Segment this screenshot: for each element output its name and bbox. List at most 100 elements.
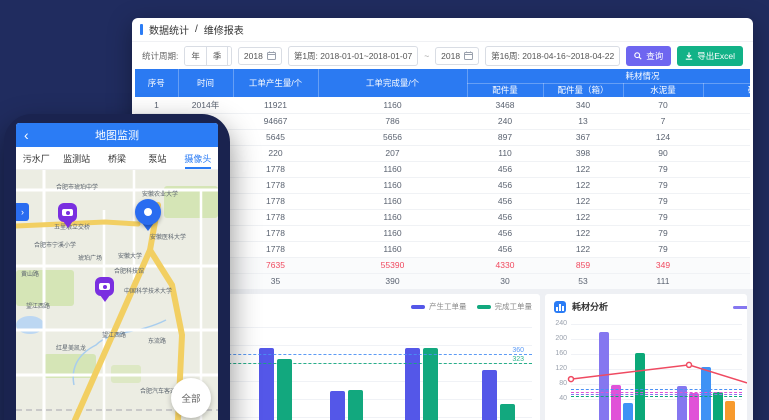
table-cell: 13 xyxy=(543,113,623,129)
table-row: 94667786240137650 xyxy=(135,113,750,129)
search-icon xyxy=(634,52,642,60)
period-segment: 年季月周日 xyxy=(184,46,232,66)
table-cell: 1778 xyxy=(233,209,318,225)
bar xyxy=(423,348,438,420)
map-poi-label: 黄山路 xyxy=(21,269,39,278)
column-header: 时间 xyxy=(178,69,233,97)
legend-swatch xyxy=(411,305,425,309)
map-poi-label: 琥珀广场 xyxy=(78,253,102,262)
table-cell: 79 xyxy=(623,241,703,257)
table-cell: 1160 xyxy=(318,209,467,225)
map-poi-label: 红星美凯龙 xyxy=(56,343,86,352)
table-cell: 456 xyxy=(467,193,543,209)
table-cell: 111 xyxy=(623,273,703,289)
trend-line xyxy=(545,294,747,420)
period-option[interactable]: 年 xyxy=(185,47,206,65)
table-cell: 5656 xyxy=(318,129,467,145)
table-cell: 7635 xyxy=(233,257,318,273)
map-poi-label: 望江西路 xyxy=(102,330,126,339)
period-option[interactable]: 季 xyxy=(206,47,228,65)
table-cell: 240 xyxy=(467,113,543,129)
map-view[interactable]: › 全部 合肥市琥珀中学安徽农业大学五里墩立交桥安徽医科大学合肥市宁溪小学琥珀广… xyxy=(16,170,218,420)
start-year-select[interactable]: 2018 xyxy=(238,47,282,65)
query-button[interactable]: 查询 xyxy=(626,46,671,66)
table-cell: 398 xyxy=(543,145,623,161)
table-cell: 67 xyxy=(703,193,750,209)
phone-tab[interactable]: 监测站 xyxy=(56,147,96,169)
map-poi-label: 合肥市琥珀中学 xyxy=(56,182,98,191)
export-button-label: 导出Excel xyxy=(697,50,735,62)
selected-camera-pin[interactable] xyxy=(135,199,161,225)
show-all-button[interactable]: 全部 xyxy=(171,378,211,418)
table-cell: 79 xyxy=(623,209,703,225)
reference-label: 323 xyxy=(512,356,524,363)
table-cell: 349 xyxy=(623,257,703,273)
table-cell: 1160 xyxy=(318,225,467,241)
phone-mockup: 地图监测 ‹ 污水厂监测站桥梁泵站摄像头 xyxy=(4,114,230,420)
table-cell: 11921 xyxy=(233,97,318,113)
period-label: 统计周期: xyxy=(142,50,178,62)
table-cell: 1160 xyxy=(318,193,467,209)
table-cell: 897 xyxy=(467,129,543,145)
phone-header: 地图监测 ‹ xyxy=(16,123,218,147)
table-cell: 79 xyxy=(623,177,703,193)
table-cell: 859 xyxy=(543,257,623,273)
phone-tab-bar: 污水厂监测站桥梁泵站摄像头 xyxy=(16,147,218,170)
sub-column-header: 配件量（箱） xyxy=(543,83,623,97)
query-button-label: 查询 xyxy=(646,50,663,62)
column-header: 工单完成量/个 xyxy=(318,69,467,97)
end-year-value: 2018 xyxy=(441,51,460,61)
table-cell: 90 xyxy=(623,145,703,161)
table-cell: 67 xyxy=(703,209,750,225)
table-cell: 30 xyxy=(467,273,543,289)
table-cell: 456 xyxy=(467,177,543,193)
phone-tab[interactable]: 摄像头 xyxy=(178,147,218,169)
end-week-value: 第16周: 2018-04-16~2018-04-22 xyxy=(491,50,614,62)
phone-tab[interactable]: 桥梁 xyxy=(97,147,137,169)
table-cell: 5645 xyxy=(233,129,318,145)
breadcrumb-section[interactable]: 数据统计 xyxy=(149,22,189,37)
map-poi-label: 安徽医科大学 xyxy=(150,232,186,241)
table-cell: 79 xyxy=(623,193,703,209)
table-cell: 7 xyxy=(623,113,703,129)
table-cell: 110 xyxy=(467,145,543,161)
end-week-input[interactable]: 第16周: 2018-04-16~2018-04-22 xyxy=(485,46,620,66)
table-cell: 250 xyxy=(703,97,750,113)
table-cell: 367 xyxy=(543,129,623,145)
map-expand-button[interactable]: › xyxy=(16,203,29,221)
table-cell: 456 xyxy=(467,209,543,225)
legend-item: 产生工单量 xyxy=(411,301,467,312)
breadcrumb-accent xyxy=(140,24,143,35)
table-cell: 122 xyxy=(543,161,623,177)
table-cell: 1778 xyxy=(233,225,318,241)
table-cell: 1 xyxy=(135,97,178,113)
legend-item: 完成工单量 xyxy=(477,301,533,312)
table-cell: 4330 xyxy=(467,257,543,273)
range-separator: ~ xyxy=(424,51,429,61)
camera-pin[interactable] xyxy=(95,277,114,296)
phone-tab[interactable]: 泵站 xyxy=(137,147,177,169)
workorder-chart-legend: 产生工单量完成工单量 xyxy=(411,301,532,312)
chevron-right-icon: › xyxy=(21,207,24,217)
phone-tab[interactable]: 污水厂 xyxy=(16,147,56,169)
period-option[interactable]: 月 xyxy=(227,47,231,65)
camera-pin[interactable] xyxy=(58,203,77,222)
bar xyxy=(348,390,363,420)
table-cell: 35 xyxy=(233,273,318,289)
selected-camera-pin-tail xyxy=(142,223,154,237)
table-cell: 207 xyxy=(318,145,467,161)
phone-screen: 地图监测 ‹ 污水厂监测站桥梁泵站摄像头 xyxy=(16,123,218,420)
table-cell: 70 xyxy=(623,97,703,113)
table-cell: 19 xyxy=(703,145,750,161)
start-week-input[interactable]: 第1周: 2018-01-01~2018-01-07 xyxy=(288,46,418,66)
table-cell: 340 xyxy=(543,97,623,113)
end-year-select[interactable]: 2018 xyxy=(435,47,479,65)
table-cell: 55390 xyxy=(318,257,467,273)
export-excel-button[interactable]: 导出Excel xyxy=(677,46,743,66)
table-cell: 67 xyxy=(703,161,750,177)
table-cell: 456 xyxy=(467,241,543,257)
table-cell: 67 xyxy=(703,241,750,257)
table-cell: 1160 xyxy=(318,177,467,193)
table-cell: 124 xyxy=(623,129,703,145)
sub-column-header: 配件量 xyxy=(467,83,543,97)
